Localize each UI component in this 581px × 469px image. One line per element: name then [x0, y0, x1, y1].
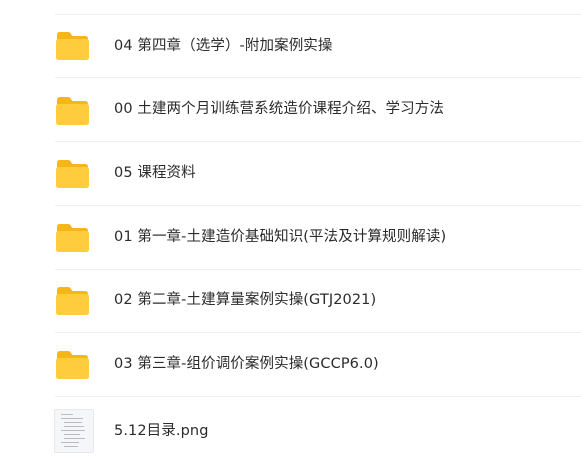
list-item[interactable]: 03 第三章-组价调价案例实操(GCCP6.0)	[0, 332, 581, 395]
row-divider	[55, 141, 581, 142]
folder-icon	[55, 286, 90, 316]
file-name: 00 土建两个月训练营系统造价课程介绍、学习方法	[114, 101, 444, 117]
folder-icon	[55, 350, 90, 380]
row-divider	[55, 205, 581, 206]
list-item[interactable]: 00 土建两个月训练营系统造价课程介绍、学习方法	[0, 77, 581, 140]
row-divider	[55, 269, 581, 270]
row-divider	[55, 77, 581, 78]
list-item[interactable]: 01 第一章-土建造价基础知识(平法及计算规则解读)	[0, 205, 581, 268]
file-list: 04 第四章（选学）-附加案例实操 00 土建两个月训练营系统造价课程介绍、学习…	[0, 0, 581, 469]
list-item[interactable]: 5.12目录.png	[0, 396, 581, 469]
list-item[interactable]: 05 课程资料	[0, 141, 581, 204]
folder-icon	[55, 96, 90, 126]
file-name: 5.12目录.png	[114, 423, 209, 439]
file-name: 01 第一章-土建造价基础知识(平法及计算规则解读)	[114, 229, 447, 245]
image-thumbnail-icon	[54, 409, 94, 453]
file-name: 04 第四章（选学）-附加案例实操	[114, 38, 333, 54]
file-name: 05 课程资料	[114, 165, 196, 181]
folder-icon	[55, 159, 90, 189]
list-item[interactable]: 02 第二章-土建算量案例实操(GTJ2021)	[0, 269, 581, 332]
folder-icon	[55, 31, 90, 61]
row-divider	[55, 332, 581, 333]
row-divider	[55, 14, 581, 15]
file-name: 03 第三章-组价调价案例实操(GCCP6.0)	[114, 356, 379, 372]
file-name: 02 第二章-土建算量案例实操(GTJ2021)	[114, 292, 377, 308]
folder-icon	[55, 223, 90, 253]
row-divider	[55, 396, 581, 397]
list-item[interactable]: 04 第四章（选学）-附加案例实操	[0, 14, 581, 77]
